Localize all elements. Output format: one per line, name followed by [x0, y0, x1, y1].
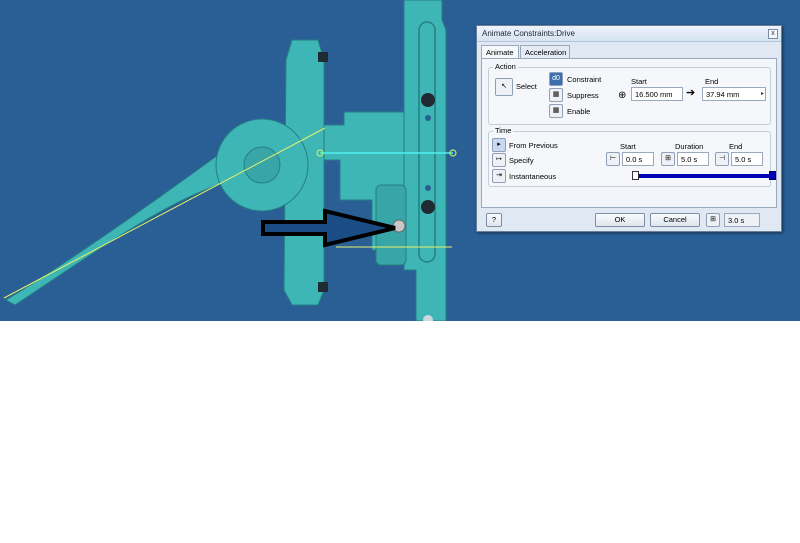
suppress-icon: ▦ — [552, 91, 560, 98]
time-group-label: Time — [493, 126, 514, 135]
empty-area — [0, 321, 800, 543]
start-time-icon: ⊢ — [606, 152, 620, 166]
select-label: Select — [516, 82, 537, 91]
arrow-right-icon: ➔ — [686, 87, 696, 99]
close-button[interactable]: x — [768, 29, 778, 39]
instantaneous-icon: ⇥ — [496, 172, 502, 179]
animate-constraints-dialog: Animate Constraints:Drive x Animate Acce… — [476, 25, 782, 232]
duration-icon: ⊞ — [661, 152, 675, 166]
time-duration-value: 5.0 s — [681, 155, 698, 164]
from-previous-icon: ▸ — [497, 141, 501, 148]
animate-panel: Action ↖ Select d0 Constraint ▦ Suppress… — [481, 58, 777, 208]
dialog-titlebar[interactable]: Animate Constraints:Drive x — [477, 26, 781, 42]
instantaneous-button[interactable]: ⇥ — [492, 169, 506, 183]
enable-button[interactable]: ▦ — [549, 104, 563, 118]
suppress-button[interactable]: ▦ — [549, 88, 563, 102]
tab-animate[interactable]: Animate — [481, 45, 519, 59]
action-start-field[interactable]: 16.500 mm — [631, 87, 683, 101]
cursor-arrow-icon: ↖ — [501, 83, 507, 90]
help-icon: ? — [491, 215, 497, 224]
action-start-header: Start — [631, 77, 647, 86]
specify-icon: ↦ — [496, 156, 502, 163]
tab-acceleration[interactable]: Acceleration — [520, 45, 570, 58]
constraint-line — [3, 127, 326, 299]
enable-label: Enable — [567, 107, 591, 116]
from-previous-label: From Previous — [509, 141, 558, 150]
action-end-field[interactable]: 37.94 mm ▸ — [702, 87, 766, 101]
constraint-button[interactable]: d0 — [549, 72, 563, 86]
action-end-value: 37.94 mm — [706, 90, 740, 99]
end-time-icon: ⊣ — [715, 152, 729, 166]
constraint-icon: d0 — [552, 75, 560, 82]
specify-button[interactable]: ↦ — [492, 153, 506, 167]
ok-button[interactable]: OK — [595, 213, 645, 227]
enable-icon: ▦ — [552, 107, 560, 114]
slider-bar-part[interactable] — [403, 0, 447, 321]
action-start-value: 16.500 mm — [635, 90, 673, 99]
time-start-header: Start — [620, 142, 636, 151]
instantaneous-label: Instantaneous — [509, 172, 557, 181]
base-screw — [318, 52, 328, 62]
hub-boss — [243, 146, 281, 184]
base-screw — [318, 282, 328, 292]
playback-time-field[interactable]: 3.0 s — [724, 213, 760, 227]
playback-time-value: 3.0 s — [728, 216, 745, 225]
constraint-label: Constraint — [567, 75, 602, 84]
action-group: Action ↖ Select d0 Constraint ▦ Suppress… — [488, 62, 771, 125]
time-start-value: 0.0 s — [626, 155, 643, 164]
time-start-field[interactable]: 0.0 s — [622, 152, 654, 166]
time-end-field[interactable]: 5.0 s — [731, 152, 763, 166]
action-end-header: End — [705, 77, 719, 86]
time-slider-track[interactable] — [636, 174, 771, 178]
measure-icon[interactable]: ⊕ — [618, 90, 626, 101]
close-icon: x — [771, 30, 775, 37]
from-previous-button[interactable]: ▸ — [492, 138, 506, 152]
playback-icon: ⊞ — [706, 213, 720, 227]
hole — [421, 93, 435, 107]
hole — [425, 115, 431, 121]
spinner-icon[interactable]: ▸ — [761, 90, 764, 97]
time-end-value: 5.0 s — [735, 155, 752, 164]
hole — [421, 200, 435, 214]
dialog-footer: ? OK Cancel ⊞ 3.0 s — [477, 210, 781, 230]
time-group: Time ▸ From Previous ↦ Specify ⇥ Instant… — [488, 126, 776, 187]
hole — [425, 185, 431, 191]
time-slider-end-handle[interactable] — [769, 171, 776, 180]
select-button[interactable]: ↖ — [495, 78, 513, 96]
time-duration-field[interactable]: 5.0 s — [677, 152, 709, 166]
action-group-label: Action — [493, 62, 518, 71]
dialog-title: Animate Constraints:Drive — [482, 29, 575, 38]
suppress-label: Suppress — [567, 91, 599, 100]
time-slider-start-handle[interactable] — [632, 171, 639, 180]
help-button[interactable]: ? — [486, 213, 502, 227]
time-duration-header: Duration — [675, 142, 704, 151]
time-end-header: End — [729, 142, 743, 151]
cancel-button[interactable]: Cancel — [650, 213, 700, 227]
specify-label: Specify — [509, 156, 534, 165]
